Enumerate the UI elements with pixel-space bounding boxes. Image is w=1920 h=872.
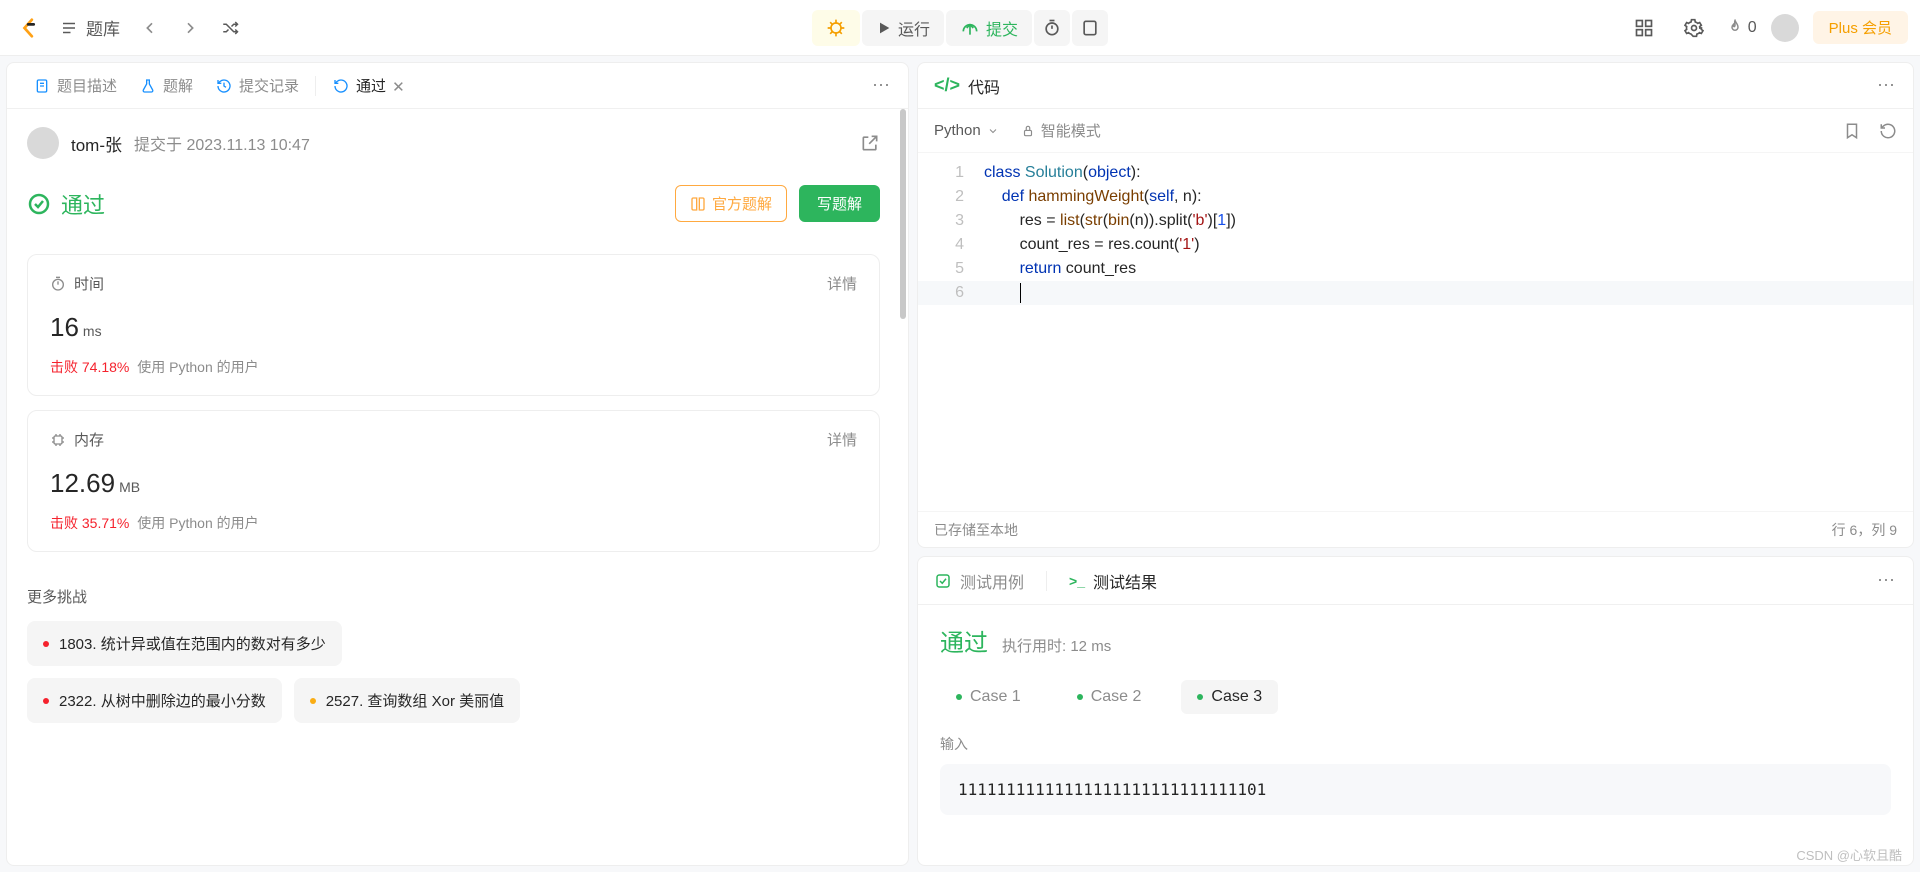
- clock-icon: [50, 276, 66, 292]
- challenge-chips-row2: 2322. 从树中删除边的最小分数 2527. 查询数组 Xor 美丽值: [7, 678, 900, 723]
- time-detail-link[interactable]: 详情: [827, 273, 857, 294]
- language-select[interactable]: Python: [934, 122, 999, 139]
- history-icon: [215, 77, 233, 95]
- challenge-chip[interactable]: 2527. 查询数组 Xor 美丽值: [294, 678, 520, 723]
- case-tab-3[interactable]: Case 3: [1181, 680, 1278, 714]
- close-icon[interactable]: ✕: [392, 78, 408, 94]
- challenge-chip[interactable]: 2322. 从树中删除边的最小分数: [27, 678, 282, 723]
- case-tab-2[interactable]: Case 2: [1061, 680, 1158, 714]
- memory-detail-link[interactable]: 详情: [827, 429, 857, 450]
- case-tab-1[interactable]: Case 1: [940, 680, 1037, 714]
- result-body: 通过 执行用时: 12 ms Case 1 Case 2 Case 3 输入 1…: [918, 605, 1913, 865]
- exec-time: 执行用时: 12 ms: [1002, 635, 1111, 656]
- tab-solution[interactable]: 题解: [129, 69, 203, 102]
- submit-button[interactable]: 提交: [946, 10, 1032, 46]
- challenge-chips: 1803. 统计异或值在范围内的数对有多少: [7, 621, 900, 666]
- layout-button[interactable]: [1626, 10, 1662, 46]
- result-pane: 测试用例 >_ 测试结果 ⋯ 通过 执行用时: 12 ms Case 1 Cas…: [917, 556, 1914, 866]
- fire-count[interactable]: 0: [1726, 19, 1757, 37]
- prev-problem-button[interactable]: [132, 10, 168, 46]
- topbar: 题库 运行 提交: [0, 0, 1920, 56]
- watermark: CSDN @心软且酷: [1796, 845, 1902, 864]
- left-pane: 题目描述 题解 提交记录 通过 ✕ ⋯ tom-张 提交: [6, 62, 909, 866]
- problems-link[interactable]: 题库: [52, 10, 128, 46]
- code-pane: </> 代码 ⋯ Python 智能模式 1class: [917, 62, 1914, 548]
- case-tabs: Case 1 Case 2 Case 3: [940, 680, 1891, 714]
- flask-icon: [139, 77, 157, 95]
- mode-indicator[interactable]: 智能模式: [1021, 120, 1101, 141]
- challenge-chip[interactable]: 1803. 统计异或值在范围内的数对有多少: [27, 621, 342, 666]
- reset-button[interactable]: [1879, 122, 1897, 140]
- scrollbar[interactable]: [898, 109, 908, 865]
- code-tabbar: </> 代码 ⋯: [918, 63, 1913, 109]
- challenge-heading: 更多挑战: [7, 566, 900, 621]
- code-editor[interactable]: 1class Solution(object):2 def hammingWei…: [918, 153, 1913, 511]
- input-value[interactable]: 11111111111111111111111111111101: [940, 764, 1891, 815]
- input-label: 输入: [940, 734, 1891, 754]
- code-icon: </>: [934, 75, 960, 96]
- plus-button[interactable]: Plus 会员: [1813, 11, 1908, 44]
- result-more-button[interactable]: ⋯: [1877, 570, 1897, 591]
- memory-icon: [50, 432, 66, 448]
- tab-description[interactable]: 题目描述: [23, 69, 127, 102]
- write-solution-button[interactable]: 写题解: [799, 185, 880, 222]
- left-body: tom-张 提交于 2023.11.13 10:47 通过 官方题解 写题解: [7, 109, 908, 865]
- submit-time: 提交于 2023.11.13 10:47: [134, 131, 310, 155]
- memory-card: 内存 详情 12.69MB 击败 35.71% 使用 Python 的用户: [27, 410, 880, 552]
- more-menu-button[interactable]: ⋯: [872, 75, 892, 96]
- external-link-icon[interactable]: [860, 133, 880, 153]
- user-avatar-icon[interactable]: [1771, 14, 1799, 42]
- user-name[interactable]: tom-张: [71, 131, 122, 156]
- submit-header: tom-张 提交于 2023.11.13 10:47: [7, 109, 900, 177]
- avatar[interactable]: [27, 127, 59, 159]
- timer-button[interactable]: [1034, 10, 1070, 46]
- result-tabs: 测试用例 >_ 测试结果 ⋯: [918, 557, 1913, 605]
- main: 题目描述 题解 提交记录 通过 ✕ ⋯ tom-张 提交: [0, 56, 1920, 872]
- lock-icon: [1021, 124, 1035, 138]
- terminal-icon: >_: [1069, 573, 1085, 589]
- memory-value: 12.69MB: [50, 468, 857, 499]
- tab-pass[interactable]: 通过 ✕: [322, 69, 418, 102]
- left-tabbar: 题目描述 题解 提交记录 通过 ✕ ⋯: [7, 63, 908, 109]
- run-button[interactable]: 运行: [862, 10, 944, 46]
- next-problem-button[interactable]: [172, 10, 208, 46]
- right-pane: </> 代码 ⋯ Python 智能模式 1class: [917, 62, 1914, 866]
- cursor-position: 行 6，列 9: [1832, 520, 1897, 540]
- shuffle-button[interactable]: [212, 10, 248, 46]
- fire-value: 0: [1748, 19, 1757, 37]
- save-status: 已存储至本地: [934, 520, 1018, 540]
- lang-bar: Python 智能模式: [918, 109, 1913, 153]
- time-value: 16ms: [50, 312, 857, 343]
- run-label: 运行: [898, 16, 930, 40]
- tab-testcases[interactable]: 测试用例: [934, 569, 1024, 593]
- tab-history[interactable]: 提交记录: [205, 69, 309, 102]
- memory-beat: 击败 35.71% 使用 Python 的用户: [50, 513, 857, 533]
- time-beat: 击败 74.18% 使用 Python 的用户: [50, 357, 857, 377]
- debug-button[interactable]: [812, 10, 860, 46]
- code-more-button[interactable]: ⋯: [1877, 75, 1897, 96]
- bookmark-button[interactable]: [1843, 122, 1861, 140]
- notes-button[interactable]: [1072, 10, 1108, 46]
- settings-button[interactable]: [1676, 10, 1712, 46]
- result-status: 通过: [940, 623, 988, 658]
- refresh-icon: [332, 77, 350, 95]
- check-icon: [934, 572, 952, 590]
- submit-label: 提交: [986, 16, 1018, 40]
- document-icon: [33, 77, 51, 95]
- official-solution-button[interactable]: 官方题解: [675, 185, 787, 222]
- time-card: 时间 详情 16ms 击败 74.18% 使用 Python 的用户: [27, 254, 880, 396]
- logo-icon[interactable]: [12, 10, 48, 46]
- chevron-down-icon: [987, 125, 999, 137]
- status-row: 通过 官方题解 写题解: [7, 177, 900, 240]
- code-title: </> 代码: [934, 74, 1000, 98]
- editor-footer: 已存储至本地 行 6，列 9: [918, 511, 1913, 547]
- problems-label: 题库: [86, 15, 120, 40]
- status-badge: 通过: [27, 188, 105, 220]
- tab-results[interactable]: >_ 测试结果: [1069, 569, 1157, 593]
